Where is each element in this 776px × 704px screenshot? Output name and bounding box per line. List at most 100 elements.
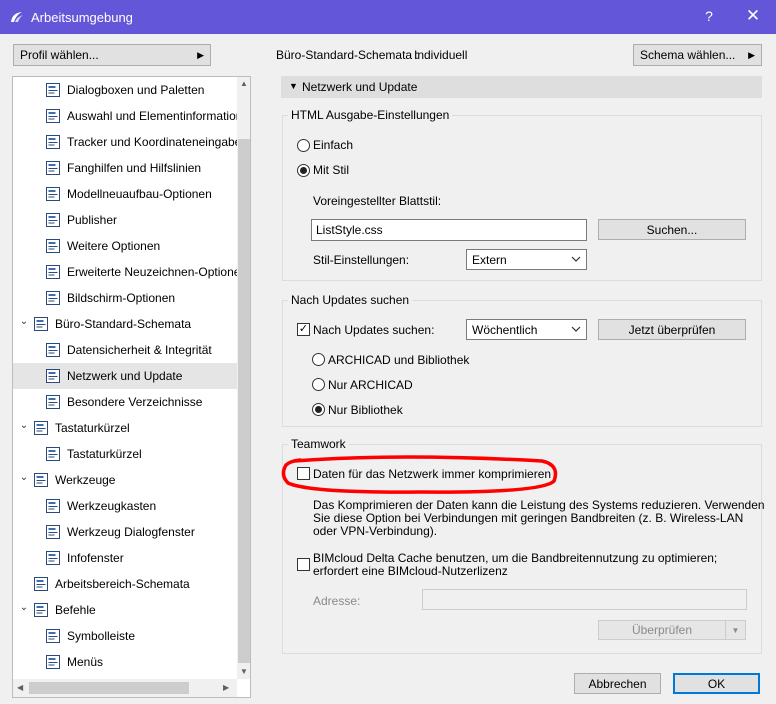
horizontal-scrollbar[interactable]: ◀ ▶ — [13, 679, 237, 697]
verify-dropdown-button[interactable]: ▼ — [725, 620, 746, 640]
archicad-logo-icon — [11, 12, 23, 22]
tree-item[interactable]: ⌄ Werkzeuge — [13, 467, 237, 493]
tree-item[interactable]: Erweiterte Neuzeichnen-Optionen — [13, 259, 247, 285]
company-schema-icon — [34, 317, 48, 331]
verify-button[interactable]: Überprüfen — [598, 620, 726, 640]
radio-simple-label: Einfach — [313, 138, 354, 152]
expander-chevron-icon[interactable]: ⌄ — [18, 602, 30, 613]
tree-item-label: Modellneuaufbau-Optionen — [67, 187, 212, 201]
style-settings-value: Extern — [472, 252, 507, 267]
search-button[interactable]: Suchen... — [598, 219, 746, 240]
section-header[interactable]: ▼ Netzwerk und Update — [281, 76, 762, 98]
scroll-left-icon[interactable]: ◀ — [17, 683, 23, 692]
tools-schema-icon — [34, 473, 48, 487]
scroll-thumb[interactable] — [29, 682, 189, 694]
info-box-icon — [46, 551, 60, 565]
menus-icon — [46, 655, 60, 669]
expander-chevron-icon[interactable]: ⌄ — [18, 316, 30, 327]
tree-item[interactable]: Auswahl und Elementinformation — [13, 103, 242, 129]
tree-item[interactable]: Weitere Optionen — [13, 233, 237, 259]
snap-guide-icon — [46, 161, 60, 175]
tree-item[interactable]: Werkzeugkasten — [13, 493, 237, 519]
tree-item[interactable]: Fanghilfen und Hilfslinien — [13, 155, 237, 181]
expander-chevron-icon[interactable]: ⌄ — [18, 472, 30, 483]
tree-item-label: Arbeitsbereich-Schemata — [55, 577, 190, 591]
check-updates-checkbox[interactable]: ✓ — [297, 323, 310, 336]
section-header-title: Netzwerk und Update — [302, 80, 418, 94]
radio-simple[interactable] — [297, 139, 310, 152]
model-rebuild-icon — [46, 187, 60, 201]
tree-item[interactable]: ⌄ Tastaturkürzel — [13, 415, 237, 441]
tree-item-label: Besondere Verzeichnisse — [67, 395, 203, 409]
ok-button[interactable]: OK — [673, 673, 760, 694]
update-frequency-select[interactable]: Wöchentlich — [466, 319, 587, 340]
radio-with-style-label: Mit Stil — [313, 163, 349, 177]
tree-item[interactable]: Infofenster — [13, 545, 237, 571]
schema-select-button[interactable]: Schema wählen... ▶ — [633, 44, 762, 66]
tree-item[interactable]: Arbeitsbereich-Schemata — [13, 571, 237, 597]
xyz-tracker-icon — [46, 135, 60, 149]
tree-item[interactable]: Tracker und Koordinateneingabe — [13, 129, 241, 155]
style-settings-select[interactable]: Extern — [466, 249, 587, 270]
tree-item[interactable]: Tastaturkürzel — [13, 441, 237, 467]
tree-item-label: Publisher — [67, 213, 118, 227]
tree-item-label: Erweiterte Neuzeichnen-Optionen — [67, 265, 248, 279]
scroll-up-icon[interactable]: ▲ — [240, 79, 248, 88]
title-bar: Arbeitsumgebung ? ✕ — [0, 0, 776, 34]
teamwork-group-title: Teamwork — [288, 437, 349, 451]
update-frequency-value: Wöchentlich — [472, 322, 538, 337]
check-now-button-label: Jetzt überprüfen — [628, 322, 716, 337]
selection-icon — [46, 109, 60, 123]
profile-select-button[interactable]: Profil wählen... ▶ — [13, 44, 211, 66]
tree-item[interactable]: ⌄ Büro-Standard-Schemata — [13, 311, 237, 337]
cancel-button[interactable]: Abbrechen — [574, 673, 661, 694]
tree-item-label: Werkzeug Dialogfenster — [67, 525, 195, 539]
bimcloud-cache-checkbox[interactable] — [297, 558, 310, 571]
tree-item[interactable]: Menüs — [13, 649, 237, 675]
tree-item[interactable]: Publisher — [13, 207, 237, 233]
check-now-button[interactable]: Jetzt überprüfen — [598, 319, 746, 340]
radio-library-only-label: Nur Bibliothek — [328, 403, 403, 417]
default-style-label: Voreingestellter Blattstil: — [313, 194, 442, 208]
chevron-down-icon — [571, 326, 581, 332]
radio-archicad-only[interactable] — [312, 378, 325, 391]
schema-select-label: Schema wählen... — [640, 48, 736, 62]
tree-item-label: Netzwerk und Update — [67, 369, 183, 383]
tree-item[interactable]: Datensicherheit & Integrität — [13, 337, 237, 363]
scroll-right-icon[interactable]: ▶ — [223, 683, 229, 692]
tree-item[interactable]: Dialogboxen und Paletten — [13, 77, 237, 103]
scroll-thumb[interactable] — [238, 139, 250, 663]
globe-icon — [46, 369, 60, 383]
help-button[interactable]: ? — [700, 8, 718, 24]
tree-item[interactable]: ⌄ Befehle — [13, 597, 237, 623]
tree-item[interactable]: Werkzeug Dialogfenster — [13, 519, 237, 545]
tree-item[interactable]: Netzwerk und Update — [13, 363, 237, 389]
style-file-input[interactable]: ListStyle.css — [311, 219, 587, 241]
tree-item-label: Tastaturkürzel — [55, 421, 130, 435]
compress-desc-line3: oder VPN-Verbindung). — [313, 524, 438, 538]
scroll-down-icon[interactable]: ▼ — [240, 667, 248, 676]
tree-item-label: Menüs — [67, 655, 104, 669]
workspace-schema-icon — [34, 577, 48, 591]
tree-item-label: Infofenster — [67, 551, 124, 565]
vertical-scrollbar[interactable]: ▲ ▼ — [237, 77, 250, 679]
verify-button-label: Überprüfen — [631, 623, 693, 637]
window-title: Arbeitsumgebung — [31, 10, 133, 25]
caret-right-icon: ▶ — [748, 49, 755, 60]
radio-library-only[interactable] — [312, 403, 325, 416]
tree-item[interactable]: Symbolleiste — [13, 623, 237, 649]
expander-chevron-icon[interactable]: ⌄ — [18, 420, 30, 431]
chevron-down-icon — [571, 256, 581, 262]
radio-with-style[interactable] — [297, 164, 310, 177]
radio-archicad-library[interactable] — [312, 353, 325, 366]
close-button[interactable]: ✕ — [742, 6, 764, 26]
address-input[interactable] — [422, 589, 747, 610]
folder-icon — [46, 395, 60, 409]
tree-item[interactable]: Bildschirm-Optionen — [13, 285, 237, 311]
data-safety-icon — [46, 343, 60, 357]
triangle-down-icon: ▼ — [289, 81, 298, 91]
tree-item[interactable]: Modellneuaufbau-Optionen — [13, 181, 237, 207]
html-output-group-title: HTML Ausgabe-Einstellungen — [288, 108, 453, 122]
dialog-palette-icon — [46, 83, 60, 97]
tree-item[interactable]: Besondere Verzeichnisse — [13, 389, 237, 415]
